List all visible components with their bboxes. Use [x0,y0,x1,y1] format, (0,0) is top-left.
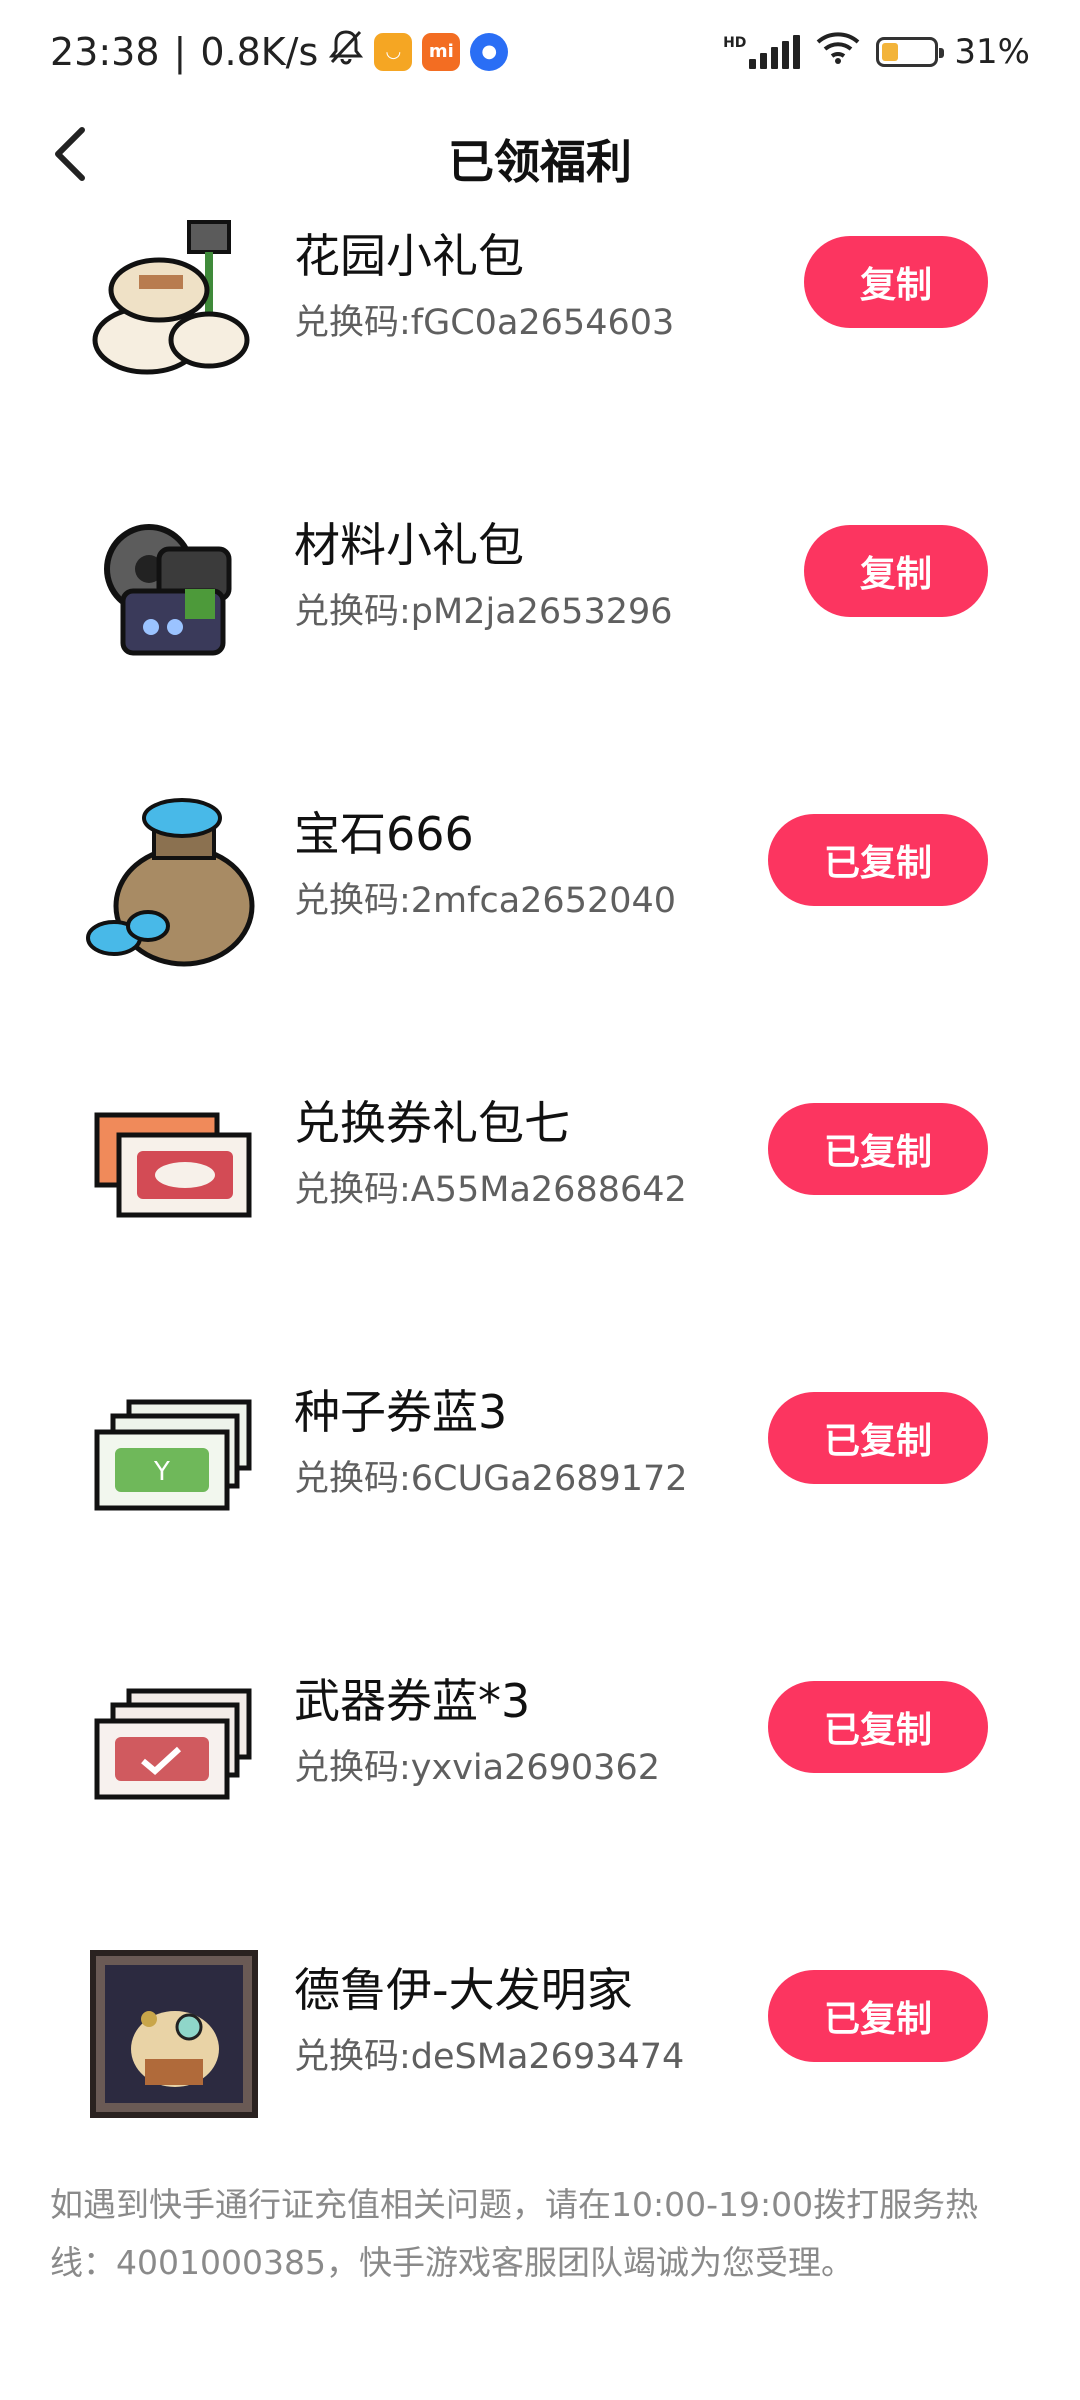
wifi-icon [816,30,860,73]
gem-sack-icon [84,788,264,968]
copied-button[interactable]: 已复制 [768,1103,988,1195]
status-left: 23:38 | 0.8K/s ◡ mi ● [50,28,509,75]
druid-portrait-icon [84,1944,264,2124]
mi-app-icon: mi [422,32,461,71]
redeem-code: 兑换码:2mfca2652040 [294,881,677,921]
reward-list: 花园小礼包 兑换码:fGC0a2654603 复制 材料小礼包 兑换码:pM2j… [0,210,1080,2233]
copied-button[interactable]: 已复制 [768,1970,988,2062]
copied-button[interactable]: 已复制 [768,1392,988,1484]
list-item: 兑换券礼包七 兑换码:A55Ma2688642 已复制 [0,1077,1080,1366]
item-name: 材料小礼包 [294,518,524,572]
copied-button[interactable]: 已复制 [768,814,988,906]
redeem-code: 兑换码:pM2ja2653296 [294,592,673,632]
seed-ticket-icon: Y [84,1366,264,1546]
page-title: 已领福利 [448,135,632,189]
list-item: 武器券蓝*3 兑换码:yxvia2690362 已复制 [0,1655,1080,1944]
garden-bag-icon [84,210,264,390]
battery-percent: 31% [954,31,1030,72]
status-right: HD 31% [723,30,1030,73]
battery-icon [876,36,945,67]
svg-text:Y: Y [153,1457,170,1487]
copy-button[interactable]: 复制 [804,236,988,328]
item-name: 花园小礼包 [294,229,524,283]
item-name: 宝石666 [294,807,474,861]
list-item: 宝石666 兑换码:2mfca2652040 已复制 [0,788,1080,1077]
item-name: 德鲁伊-大发明家 [294,1963,633,2017]
list-item: 材料小礼包 兑换码:pM2ja2653296 复制 [0,499,1080,788]
support-notice: 如遇到快手通行证充值相关问题，请在10:00-19:00拨打服务热线：40010… [50,2185,979,2282]
material-bag-icon [84,499,264,679]
status-separator: | [173,29,187,74]
browser-app-icon: ● [470,32,509,71]
net-speed: 0.8K/s [200,29,319,74]
item-name: 种子券蓝3 [294,1385,508,1439]
hd-label: HD [723,34,747,51]
status-time: 23:38 [50,29,160,74]
weapon-ticket-icon [84,1655,264,1835]
copy-button[interactable]: 复制 [804,525,988,617]
ticket-pack-icon [84,1077,264,1257]
redeem-code: 兑换码:yxvia2690362 [294,1748,660,1788]
signal-icon: HD [723,34,801,69]
app-notification-icon: ◡ [374,32,413,71]
item-name: 武器券蓝*3 [294,1674,531,1728]
redeem-code: 兑换码:deSMa2693474 [294,2037,685,2077]
redeem-code: 兑换码:fGC0a2654603 [294,303,675,343]
item-name: 兑换券礼包七 [294,1096,570,1150]
copied-button[interactable]: 已复制 [768,1681,988,1773]
redeem-code: 兑换码:A55Ma2688642 [294,1170,687,1210]
list-item: Y 种子券蓝3 兑换码:6CUGa2689172 已复制 [0,1366,1080,1655]
status-bar: 23:38 | 0.8K/s ◡ mi ● HD 31% [0,0,1080,108]
page-header: 已领福利 [0,108,1080,202]
list-item: 花园小礼包 兑换码:fGC0a2654603 复制 [0,210,1080,499]
bell-mute-icon [328,28,364,75]
redeem-code: 兑换码:6CUGa2689172 [294,1459,688,1499]
